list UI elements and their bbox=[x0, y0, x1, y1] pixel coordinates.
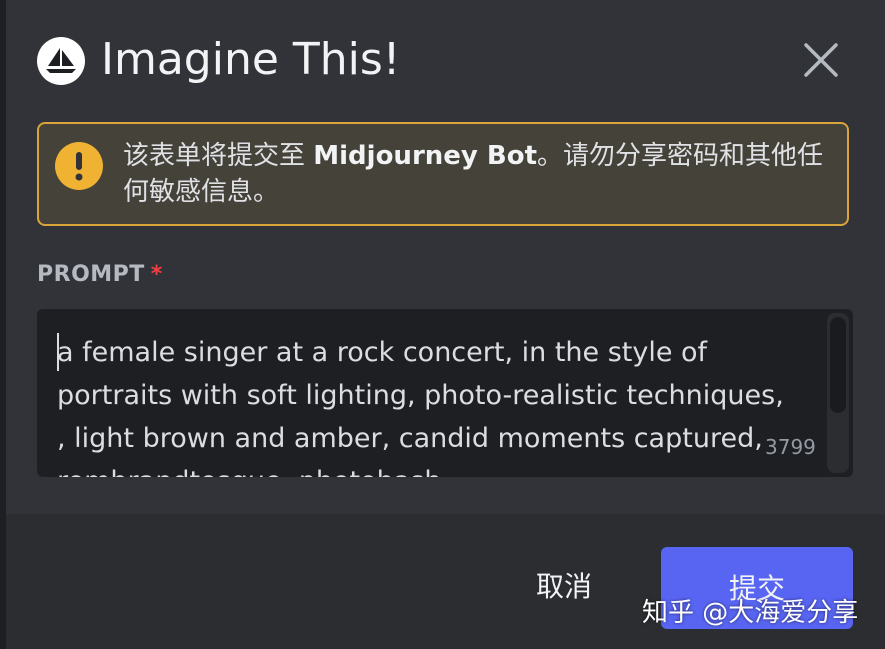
prompt-label-text: PROMPT bbox=[37, 262, 145, 287]
exclamation-icon bbox=[55, 142, 103, 190]
imagine-modal: Imagine This! 该表单将提交至 Midjourney Bot。请勿分… bbox=[6, 0, 885, 649]
text-caret bbox=[57, 333, 59, 371]
sailboat-logo-icon bbox=[37, 37, 85, 85]
watermark-text: 知乎 @大海爱分享 bbox=[642, 598, 859, 628]
prompt-textarea[interactable]: a female singer at a rock concert, in th… bbox=[37, 309, 853, 477]
bot-name: Midjourney Bot bbox=[313, 141, 538, 171]
cancel-button[interactable]: 取消 bbox=[511, 559, 617, 611]
modal-title: Imagine This! bbox=[101, 34, 401, 85]
warning-banner: 该表单将提交至 Midjourney Bot。请勿分享密码和其他任何敏感信息。 bbox=[37, 122, 849, 226]
scrollbar-thumb[interactable] bbox=[830, 317, 846, 413]
close-icon[interactable] bbox=[801, 40, 841, 80]
prompt-text[interactable]: a female singer at a rock concert, in th… bbox=[57, 331, 797, 477]
warning-text-before: 该表单将提交至 bbox=[123, 141, 314, 171]
warning-message: 该表单将提交至 Midjourney Bot。请勿分享密码和其他任何敏感信息。 bbox=[123, 138, 835, 210]
prompt-label: PROMPT * bbox=[37, 262, 163, 287]
required-marker: * bbox=[150, 262, 163, 287]
modal-header: Imagine This! bbox=[6, 0, 885, 110]
remaining-char-count: 3799 bbox=[765, 435, 816, 459]
